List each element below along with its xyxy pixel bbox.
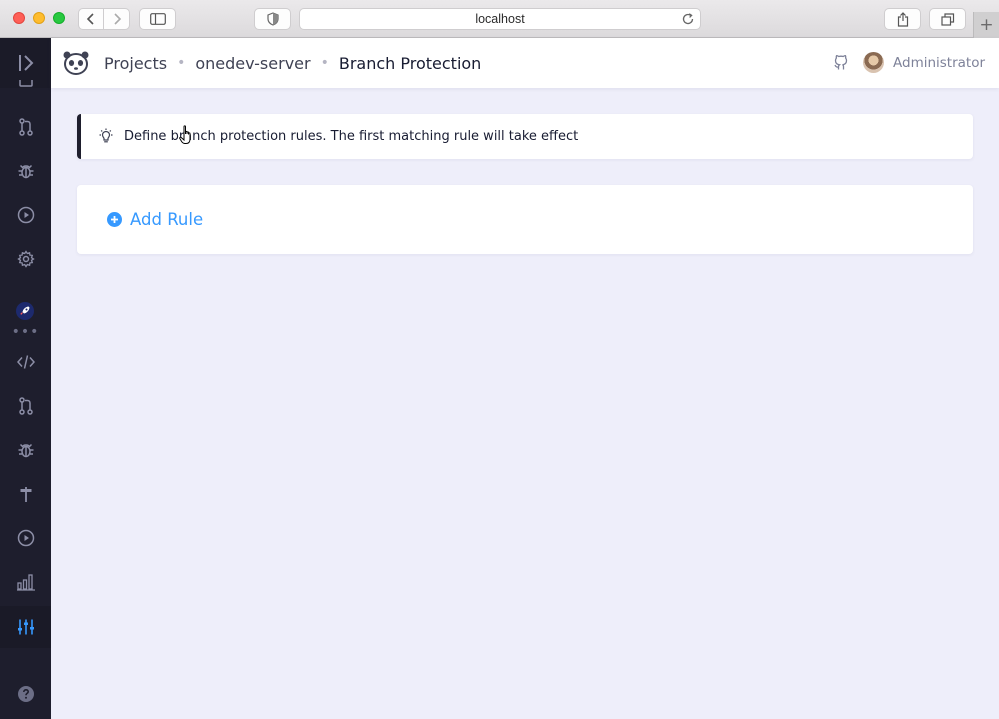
hand-cursor-icon: [179, 125, 191, 144]
breadcrumb-project[interactable]: onedev-server: [195, 54, 310, 73]
address-bar[interactable]: localhost: [299, 8, 701, 30]
page-title: Branch Protection: [338, 53, 482, 73]
sidebar-item-pull-requests-2[interactable]: [0, 386, 51, 426]
tabs-icon: [940, 12, 954, 26]
bulb-icon: [98, 128, 114, 145]
minimize-window-button[interactable]: [33, 12, 45, 24]
sidebar-icon: [149, 13, 166, 25]
info-alert: Define branch protection rules. The firs…: [77, 114, 973, 159]
sidebar-item-help[interactable]: [0, 674, 51, 714]
main-content: Define branch protection rules. The firs…: [51, 88, 999, 719]
plus-icon: +: [979, 15, 994, 35]
sidebar-toggle-button[interactable]: [139, 8, 176, 30]
breadcrumb: Projects • onedev-server • Branch Protec…: [104, 38, 481, 88]
sidebar: •••: [0, 38, 51, 719]
sidebar-item-issues[interactable]: [0, 151, 51, 191]
breadcrumb-separator: •: [320, 55, 329, 71]
sidebar-item-files[interactable]: [0, 80, 51, 94]
top-bar: Projects • onedev-server • Branch Protec…: [51, 38, 999, 88]
onedev-logo-icon[interactable]: [62, 50, 90, 80]
help-icon: [17, 686, 34, 702]
sidebar-item-issues-2[interactable]: [0, 430, 51, 470]
zoom-window-button[interactable]: [53, 12, 65, 24]
collapse-toggle-icon: [18, 55, 33, 71]
reload-icon[interactable]: [681, 12, 695, 26]
gear-icon: [16, 250, 35, 268]
code-icon: [16, 355, 35, 369]
shield-icon: [266, 12, 279, 26]
chevron-right-icon: [113, 13, 121, 25]
browser-toolbar: localhost +: [0, 0, 999, 38]
play-circle-icon: [17, 206, 34, 224]
new-tab-button[interactable]: +: [973, 12, 999, 38]
sidebar-item-builds-2[interactable]: [0, 518, 51, 558]
url-text: localhost: [475, 12, 525, 26]
file-icon: [18, 80, 33, 87]
chevron-left-icon: [86, 13, 94, 25]
project-avatar[interactable]: [16, 302, 34, 320]
close-window-button[interactable]: [13, 12, 25, 24]
github-icon[interactable]: [833, 54, 849, 75]
add-rule-button[interactable]: Add Rule: [107, 185, 203, 254]
sidebar-item-project-settings[interactable]: [0, 606, 51, 648]
sidebar-item-pull-requests[interactable]: [0, 107, 51, 147]
breadcrumb-projects[interactable]: Projects: [104, 54, 167, 73]
signpost-icon: [20, 487, 31, 502]
sidebar-item-commits[interactable]: [0, 474, 51, 514]
bug-icon: [18, 164, 33, 179]
plus-circle-icon: [107, 212, 122, 227]
user-name[interactable]: Administrator: [893, 38, 985, 88]
rules-card: Add Rule: [77, 185, 973, 254]
privacy-report-button[interactable]: [254, 8, 291, 30]
sidebar-item-builds[interactable]: [0, 195, 51, 235]
forward-button[interactable]: [104, 8, 130, 30]
play-circle-icon: [17, 529, 34, 547]
bug-icon: [18, 443, 33, 458]
git-pull-request-icon: [18, 118, 33, 136]
share-button[interactable]: [884, 8, 921, 30]
add-rule-label: Add Rule: [130, 210, 204, 229]
share-icon: [897, 11, 908, 27]
sidebar-item-code[interactable]: [0, 342, 51, 382]
rocket-icon: [20, 306, 30, 315]
sidebar-item-settings[interactable]: [0, 239, 51, 279]
tabs-overview-button[interactable]: [929, 8, 966, 30]
user-avatar[interactable]: [863, 52, 884, 73]
bar-chart-icon: [16, 574, 35, 591]
git-pull-request-icon: [18, 397, 33, 415]
breadcrumb-separator: •: [177, 55, 186, 71]
sliders-icon: [17, 619, 34, 635]
back-button[interactable]: [78, 8, 104, 30]
sidebar-item-statistics[interactable]: [0, 562, 51, 602]
more-dots-icon: •••: [11, 324, 40, 340]
